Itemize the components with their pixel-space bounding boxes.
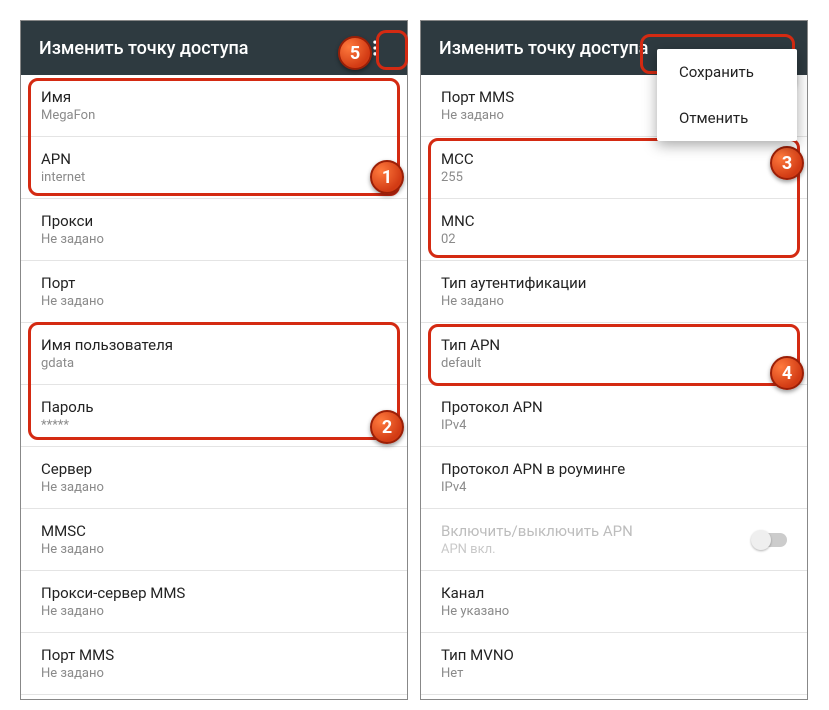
menu-item-cancel[interactable]: Отменить [657,95,797,141]
row-value: APN вкл. [441,542,633,557]
row-value: Не указано [441,604,787,619]
row-channel[interactable]: Канал Не указано [421,571,807,633]
row-value: Нет [441,666,787,681]
more-vert-icon [365,38,385,58]
row-value: Не задано [41,294,387,309]
row-auth-type[interactable]: Тип аутентификации Не задано [421,261,807,323]
row-mms-port[interactable]: Порт MMS Не задано [21,633,407,695]
options-menu: Сохранить Отменить [657,49,797,141]
screen-left: Изменить точку доступа Имя MegaFon APN i… [21,21,407,699]
row-proxy[interactable]: Прокси Не задано [21,199,407,261]
appbar: Изменить точку доступа [21,21,407,75]
row-server[interactable]: Сервер Не задано [21,447,407,509]
settings-list: Имя MegaFon APN internet Прокси Не задан… [21,75,407,699]
row-label: Имя [41,88,387,106]
row-name[interactable]: Имя MegaFon [21,75,407,137]
row-label: Сервер [41,460,387,478]
row-port[interactable]: Порт Не задано [21,261,407,323]
row-label: Порт MMS [41,646,387,664]
row-value: 02 [441,232,787,247]
row-mnc[interactable]: MNC 02 [421,199,807,261]
row-value: Не задано [41,480,387,495]
row-value: Не задано [41,232,387,247]
row-label: Тип MVNO [441,646,787,664]
row-value: IPv4 [441,418,787,433]
row-value: IPv4 [441,480,787,495]
row-value: Не задано [41,542,387,557]
row-label: MCC [441,150,787,168]
row-apn-type[interactable]: Тип APN default [421,323,807,385]
row-apn-protocol[interactable]: Протокол APN IPv4 [421,385,807,447]
row-username[interactable]: Имя пользователя gdata [21,323,407,385]
row-label: Пароль [41,398,387,416]
row-value: 255 [441,170,787,185]
row-mvno-type[interactable]: Тип MVNO Нет [421,633,807,695]
row-password[interactable]: Пароль ***** [21,385,407,447]
row-label: Протокол APN [441,398,787,416]
row-label: Тип аутентификации [441,274,787,292]
row-value: default [441,356,787,371]
row-label: MMSC [41,522,387,540]
row-apn[interactable]: APN internet [21,137,407,199]
row-label: Порт [41,274,387,292]
row-value: gdata [41,356,387,371]
row-mmsc[interactable]: MMSC Не задано [21,509,407,571]
page-title: Изменить точку доступа [39,38,357,59]
settings-list: Порт MMS Не задано MCC 255 MNC 02 Тип ау… [421,75,807,699]
row-value: internet [41,170,387,185]
row-value: Не задано [41,666,387,681]
row-label: Прокси [41,212,387,230]
row-label: Тип APN [441,336,787,354]
switch-thumb-icon [751,530,771,550]
row-label: Прокси-сервер MMS [41,584,387,602]
row-label: Канал [441,584,787,602]
row-value: Не задано [441,294,787,309]
row-value: MegaFon [41,108,387,123]
row-label: MNC [441,212,787,230]
row-value: ***** [41,418,387,433]
menu-item-save[interactable]: Сохранить [657,49,797,95]
row-apn-roaming-protocol[interactable]: Протокол APN в роуминге IPv4 [421,447,807,509]
row-label: Протокол APN в роуминге [441,460,787,478]
row-value: Не задано [41,604,387,619]
row-mcc[interactable]: MCC 255 [421,137,807,199]
row-mms-proxy[interactable]: Прокси-сервер MMS Не задано [21,571,407,633]
switch-toggle [753,533,787,547]
row-label: APN [41,150,387,168]
more-options-button[interactable] [357,30,393,66]
row-apn-enable: Включить/выключить APN APN вкл. [421,509,807,571]
row-label: Включить/выключить APN [441,522,633,540]
row-label: Имя пользователя [41,336,387,354]
